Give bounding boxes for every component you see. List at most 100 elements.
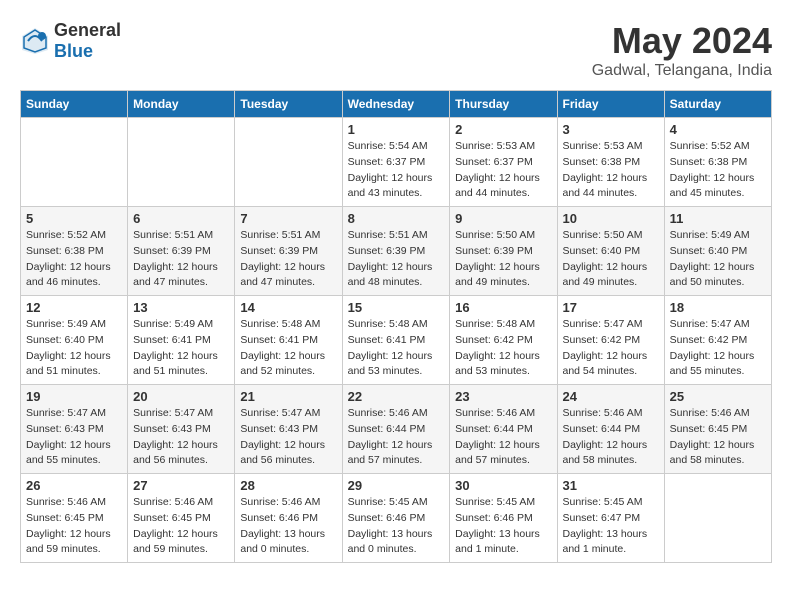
day-info: Sunrise: 5:51 AMSunset: 6:39 PMDaylight:… [133, 228, 229, 291]
calendar-cell: 27Sunrise: 5:46 AMSunset: 6:45 PMDayligh… [128, 474, 235, 563]
day-info: Sunrise: 5:46 AMSunset: 6:44 PMDaylight:… [455, 406, 551, 469]
calendar-cell: 3 Sunrise: 5:53 AMSunset: 6:38 PMDaylight… [557, 118, 664, 207]
day-info: Sunrise: 5:46 AMSunset: 6:45 PMDaylight:… [133, 495, 229, 558]
day-number: 31 [563, 478, 659, 493]
day-info: Sunrise: 5:52 AMSunset: 6:38 PMDaylight:… [26, 228, 122, 291]
day-number: 25 [670, 389, 766, 404]
day-number: 22 [348, 389, 445, 404]
day-number: 2 [455, 122, 551, 137]
page-header: General Blue May 2024 Gadwal, Telangana,… [20, 20, 772, 80]
calendar-cell: 10 Sunrise: 5:50 AMSunset: 6:40 PMDayligh… [557, 207, 664, 296]
weekday-header-monday: Monday [128, 91, 235, 118]
day-number: 9 [455, 211, 551, 226]
calendar-cell: 4 Sunrise: 5:52 AMSunset: 6:38 PMDaylight… [664, 118, 771, 207]
day-number: 18 [670, 300, 766, 315]
calendar-cell: 13Sunrise: 5:49 AMSunset: 6:41 PMDayligh… [128, 296, 235, 385]
day-info: Sunrise: 5:47 AMSunset: 6:43 PMDaylight:… [133, 406, 229, 469]
calendar-cell: 25 Sunrise: 5:46 AMSunset: 6:45 PMDayligh… [664, 385, 771, 474]
day-number: 19 [26, 389, 122, 404]
logo: General Blue [20, 20, 121, 62]
calendar-cell [664, 474, 771, 563]
weekday-header-wednesday: Wednesday [342, 91, 450, 118]
day-number: 4 [670, 122, 766, 137]
day-info: Sunrise: 5:53 AMSunset: 6:38 PMDaylight:… [563, 139, 659, 202]
day-info: Sunrise: 5:46 AMSunset: 6:45 PMDaylight:… [670, 406, 766, 469]
day-info: Sunrise: 5:46 AMSunset: 6:45 PMDaylight:… [26, 495, 122, 558]
day-number: 7 [240, 211, 336, 226]
day-info: Sunrise: 5:49 AMSunset: 6:40 PMDaylight:… [670, 228, 766, 291]
day-info: Sunrise: 5:45 AMSunset: 6:46 PMDaylight:… [455, 495, 551, 558]
calendar-cell: 19 Sunrise: 5:47 AMSunset: 6:43 PMDayligh… [21, 385, 128, 474]
day-number: 16 [455, 300, 551, 315]
calendar-table: SundayMondayTuesdayWednesdayThursdayFrid… [20, 90, 772, 563]
calendar-week-row: 26 Sunrise: 5:46 AMSunset: 6:45 PMDayligh… [21, 474, 772, 563]
calendar-cell: 29 Sunrise: 5:45 AMSunset: 6:46 PMDayligh… [342, 474, 450, 563]
logo-blue: Blue [54, 41, 93, 61]
day-info: Sunrise: 5:51 AMSunset: 6:39 PMDaylight:… [348, 228, 445, 291]
weekday-header-saturday: Saturday [664, 91, 771, 118]
day-number: 29 [348, 478, 445, 493]
calendar-cell: 1Sunrise: 5:54 AMSunset: 6:37 PMDaylight… [342, 118, 450, 207]
day-number: 5 [26, 211, 122, 226]
calendar-cell: 30 Sunrise: 5:45 AMSunset: 6:46 PMDayligh… [450, 474, 557, 563]
day-number: 11 [670, 211, 766, 226]
day-info: Sunrise: 5:48 AMSunset: 6:41 PMDaylight:… [240, 317, 336, 380]
day-info: Sunrise: 5:51 AMSunset: 6:39 PMDaylight:… [240, 228, 336, 291]
calendar-cell: 15 Sunrise: 5:48 AMSunset: 6:41 PMDayligh… [342, 296, 450, 385]
day-info: Sunrise: 5:47 AMSunset: 6:43 PMDaylight:… [26, 406, 122, 469]
day-info: Sunrise: 5:46 AMSunset: 6:46 PMDaylight:… [240, 495, 336, 558]
day-number: 3 [563, 122, 659, 137]
calendar-cell: 18Sunrise: 5:47 AMSunset: 6:42 PMDayligh… [664, 296, 771, 385]
day-number: 8 [348, 211, 445, 226]
calendar-cell: 5 Sunrise: 5:52 AMSunset: 6:38 PMDaylight… [21, 207, 128, 296]
logo-icon [20, 26, 50, 56]
day-info: Sunrise: 5:48 AMSunset: 6:41 PMDaylight:… [348, 317, 445, 380]
day-number: 30 [455, 478, 551, 493]
day-info: Sunrise: 5:46 AMSunset: 6:44 PMDaylight:… [563, 406, 659, 469]
day-info: Sunrise: 5:53 AMSunset: 6:37 PMDaylight:… [455, 139, 551, 202]
weekday-header-thursday: Thursday [450, 91, 557, 118]
day-info: Sunrise: 5:47 AMSunset: 6:42 PMDaylight:… [563, 317, 659, 380]
day-number: 28 [240, 478, 336, 493]
calendar-cell: 21Sunrise: 5:47 AMSunset: 6:43 PMDayligh… [235, 385, 342, 474]
day-number: 10 [563, 211, 659, 226]
weekday-header-row: SundayMondayTuesdayWednesdayThursdayFrid… [21, 91, 772, 118]
calendar-cell: 12 Sunrise: 5:49 AMSunset: 6:40 PMDayligh… [21, 296, 128, 385]
calendar-cell: 24 Sunrise: 5:46 AMSunset: 6:44 PMDayligh… [557, 385, 664, 474]
calendar-cell: 31 Sunrise: 5:45 AMSunset: 6:47 PMDayligh… [557, 474, 664, 563]
calendar-week-row: 19 Sunrise: 5:47 AMSunset: 6:43 PMDayligh… [21, 385, 772, 474]
calendar-cell: 20Sunrise: 5:47 AMSunset: 6:43 PMDayligh… [128, 385, 235, 474]
day-info: Sunrise: 5:45 AMSunset: 6:47 PMDaylight:… [563, 495, 659, 558]
day-number: 24 [563, 389, 659, 404]
day-number: 12 [26, 300, 122, 315]
calendar-cell [21, 118, 128, 207]
calendar-cell: 14Sunrise: 5:48 AMSunset: 6:41 PMDayligh… [235, 296, 342, 385]
calendar-cell: 8 Sunrise: 5:51 AMSunset: 6:39 PMDaylight… [342, 207, 450, 296]
day-info: Sunrise: 5:47 AMSunset: 6:43 PMDaylight:… [240, 406, 336, 469]
day-number: 1 [348, 122, 445, 137]
calendar-week-row: 5 Sunrise: 5:52 AMSunset: 6:38 PMDaylight… [21, 207, 772, 296]
day-info: Sunrise: 5:50 AMSunset: 6:40 PMDaylight:… [563, 228, 659, 291]
calendar-cell: 23Sunrise: 5:46 AMSunset: 6:44 PMDayligh… [450, 385, 557, 474]
day-number: 13 [133, 300, 229, 315]
calendar-week-row: 12 Sunrise: 5:49 AMSunset: 6:40 PMDayligh… [21, 296, 772, 385]
calendar-cell: 22 Sunrise: 5:46 AMSunset: 6:44 PMDayligh… [342, 385, 450, 474]
day-info: Sunrise: 5:49 AMSunset: 6:40 PMDaylight:… [26, 317, 122, 380]
day-number: 15 [348, 300, 445, 315]
weekday-header-friday: Friday [557, 91, 664, 118]
month-year-title: May 2024 [592, 20, 772, 62]
calendar-cell: 7 Sunrise: 5:51 AMSunset: 6:39 PMDaylight… [235, 207, 342, 296]
title-block: May 2024 Gadwal, Telangana, India [592, 20, 772, 80]
day-info: Sunrise: 5:48 AMSunset: 6:42 PMDaylight:… [455, 317, 551, 380]
calendar-cell: 9Sunrise: 5:50 AMSunset: 6:39 PMDaylight… [450, 207, 557, 296]
weekday-header-sunday: Sunday [21, 91, 128, 118]
day-info: Sunrise: 5:46 AMSunset: 6:44 PMDaylight:… [348, 406, 445, 469]
calendar-cell: 6Sunrise: 5:51 AMSunset: 6:39 PMDaylight… [128, 207, 235, 296]
calendar-cell: 17Sunrise: 5:47 AMSunset: 6:42 PMDayligh… [557, 296, 664, 385]
calendar-cell: 11 Sunrise: 5:49 AMSunset: 6:40 PMDayligh… [664, 207, 771, 296]
day-info: Sunrise: 5:52 AMSunset: 6:38 PMDaylight:… [670, 139, 766, 202]
weekday-header-tuesday: Tuesday [235, 91, 342, 118]
day-info: Sunrise: 5:45 AMSunset: 6:46 PMDaylight:… [348, 495, 445, 558]
day-number: 26 [26, 478, 122, 493]
calendar-cell: 16 Sunrise: 5:48 AMSunset: 6:42 PMDayligh… [450, 296, 557, 385]
